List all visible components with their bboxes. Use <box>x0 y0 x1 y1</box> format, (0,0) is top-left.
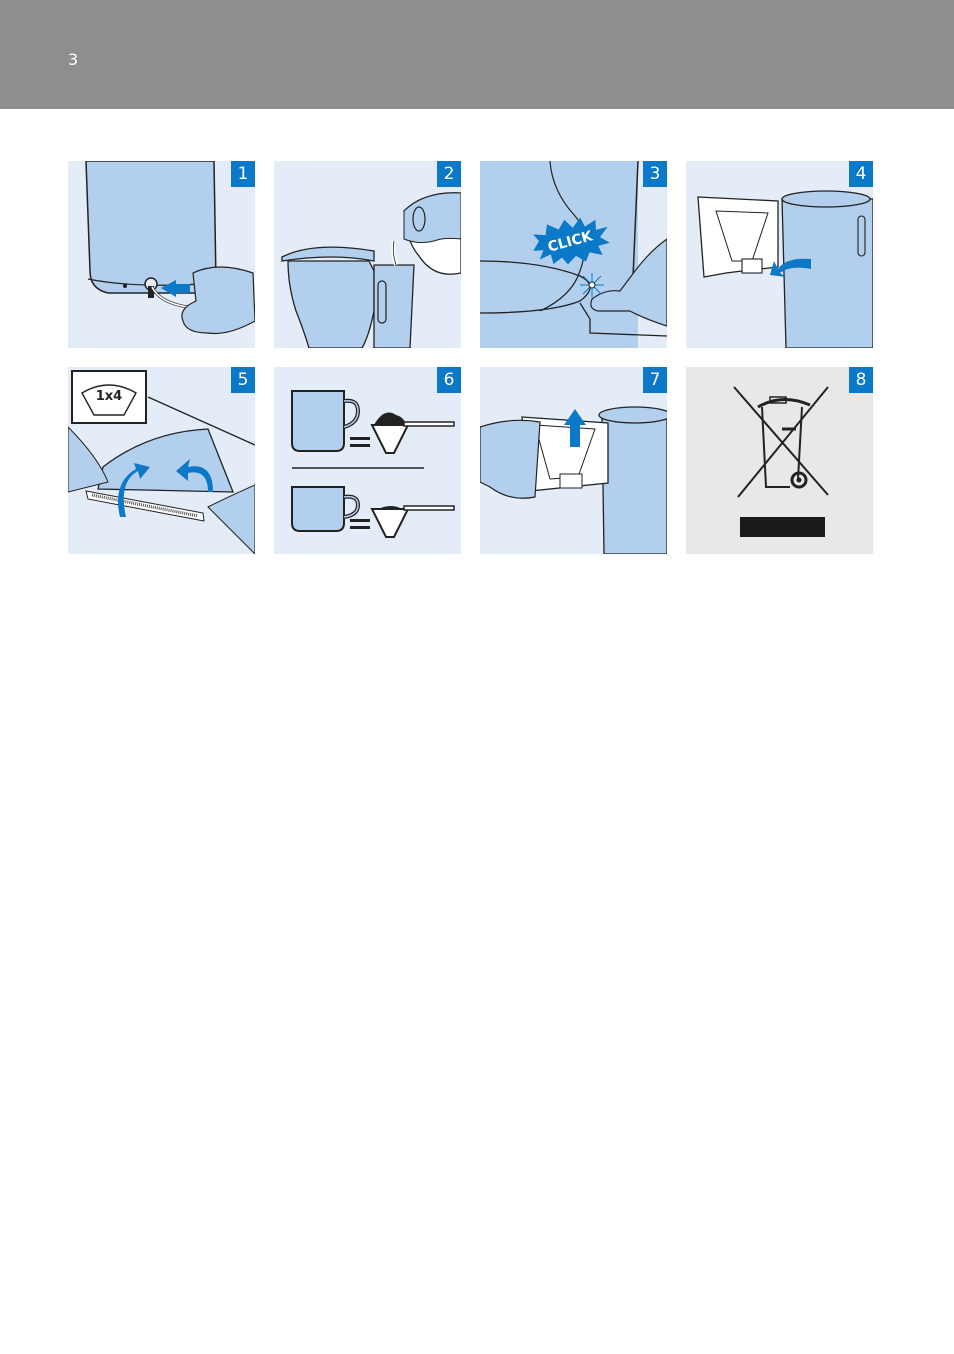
step-8-illustration: 8 <box>686 367 873 554</box>
fold-filter-drawing: 1x4 <box>68 370 255 554</box>
light-flash-icon <box>580 273 604 297</box>
step-2-illustration: 2 <box>274 161 461 348</box>
step-5-illustration: 1x4 5 <box>68 367 255 554</box>
fill-water-drawing <box>281 192 461 348</box>
step-badge: 1 <box>231 161 255 187</box>
step-3-illustration: CLICK 3 <box>480 161 667 348</box>
close-filter-holder-drawing <box>480 406 667 554</box>
weee-bar <box>740 517 825 537</box>
page-number: 3 <box>68 50 79 69</box>
cup-icon <box>291 486 361 532</box>
crossed-out-bin-icon <box>733 386 829 498</box>
press-switch-drawing: CLICK <box>480 161 667 348</box>
open-filter-holder-drawing <box>697 190 873 348</box>
heaped-scoop-icon <box>370 412 455 454</box>
cup-icon <box>291 390 361 452</box>
step-badge: 7 <box>643 367 667 393</box>
step-1-illustration: 1 <box>68 161 255 348</box>
step-badge: 5 <box>231 367 255 393</box>
coffee-dosage-drawing <box>291 390 455 538</box>
step-badge: 3 <box>643 161 667 187</box>
weee-symbol <box>733 386 829 537</box>
step-badge: 8 <box>849 367 873 393</box>
level-scoop-icon <box>370 505 455 538</box>
step-7-illustration: 7 <box>480 367 667 554</box>
step-badge: 6 <box>437 367 461 393</box>
step-6-illustration: 6 <box>274 367 461 554</box>
step-badge: 2 <box>437 161 461 187</box>
step-badge: 4 <box>849 161 873 187</box>
step-4-illustration: 4 <box>686 161 873 348</box>
filter-size-label: 1x4 <box>96 389 122 404</box>
page-header: 3 <box>0 0 954 109</box>
plug-in-cord-drawing <box>85 161 255 335</box>
